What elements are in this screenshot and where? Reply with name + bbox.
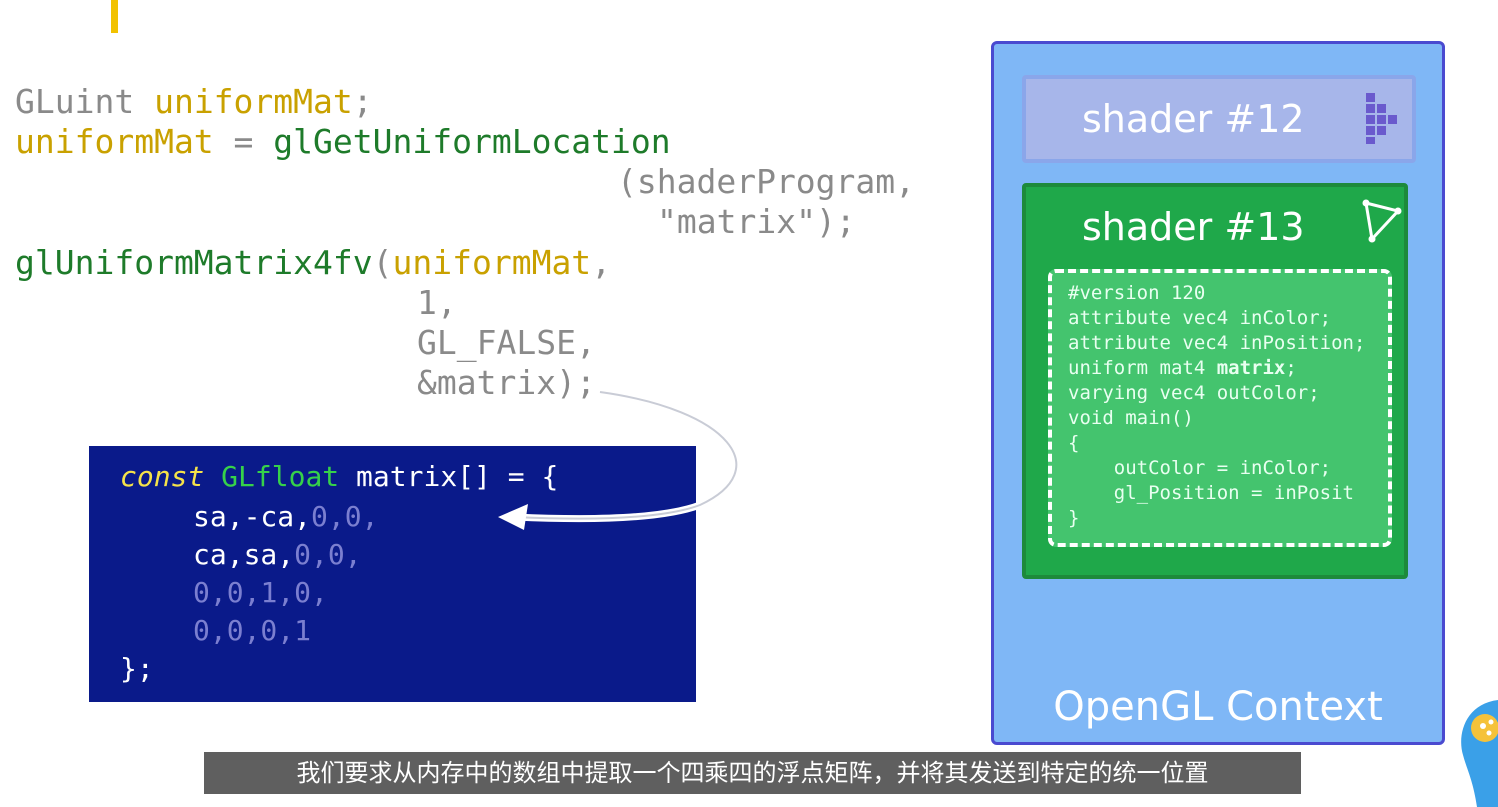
code-line-3: (shaderProgram, [617, 162, 916, 201]
shader-13-title: shader #13 [1082, 205, 1305, 249]
matrix-row-3: 0,0,1,0, [193, 576, 328, 609]
shader-13-card: shader #13 #version 120 attribute vec4 i… [1022, 183, 1408, 579]
source-line-10: } [1068, 507, 1080, 529]
source-line-3: attribute vec4 inPosition; [1068, 332, 1366, 354]
source-line-7: { [1068, 432, 1080, 454]
source-line-9: gl_Position = inPosit [1068, 482, 1354, 504]
source-line-1: #version 120 [1068, 282, 1206, 304]
arrow-head [498, 504, 528, 530]
matrix-row-2: ca,sa,0,0, [193, 538, 362, 571]
code-line-5: glUniformMatrix4fv(uniformMat, [15, 243, 612, 282]
code-line-2: uniformMat = glGetUniformLocation [15, 122, 671, 161]
source-line-2: attribute vec4 inColor; [1068, 307, 1332, 329]
code-line-4: "matrix"); [657, 202, 856, 241]
pixel-grid-icon [1366, 93, 1397, 144]
brain-logo-icon [1461, 700, 1498, 807]
shader-source-box: #version 120 attribute vec4 inColor; att… [1048, 269, 1392, 547]
source-line-5: varying vec4 outColor; [1068, 382, 1320, 404]
matrix-close: }; [120, 652, 154, 685]
source-line-4: uniform mat4 matrix; [1068, 357, 1297, 379]
source-line-8: outColor = inColor; [1068, 457, 1332, 479]
code-line-1: GLuint uniformMat; [15, 82, 373, 121]
subtitle-caption: 我们要求从内存中的数组中提取一个四乘四的浮点矩阵，并将其发送到特定的统一位置 [204, 752, 1301, 794]
opengl-context-panel: shader #12 shader #13 #version 120 attri… [991, 41, 1445, 745]
curved-arrow [498, 388, 740, 530]
shader-12-card: shader #12 [1022, 75, 1416, 163]
triangle-icon [1362, 199, 1402, 243]
matrix-row-1: sa,-ca,0,0, [193, 500, 379, 533]
context-label: OpenGL Context [1053, 684, 1383, 730]
accent-bar [111, 0, 118, 33]
matrix-row-4: 0,0,0,1 [193, 614, 312, 647]
shader-12-title: shader #12 [1082, 97, 1305, 141]
code-line-6: 1, [417, 283, 457, 322]
code-line-7: GL_FALSE, [417, 323, 596, 362]
source-line-6: void main() [1068, 407, 1194, 429]
